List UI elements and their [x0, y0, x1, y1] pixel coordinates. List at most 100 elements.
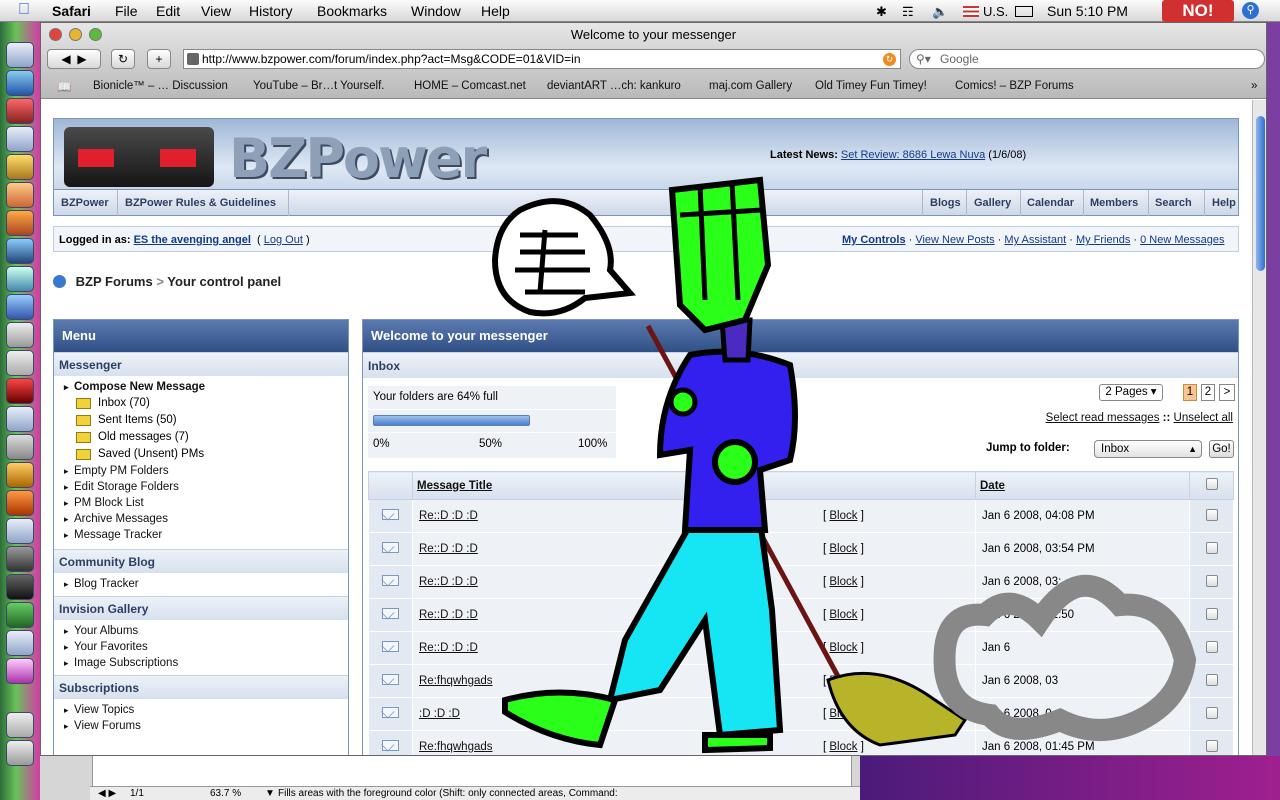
- address-bar[interactable]: http://www.bzpower.com/forum/index.php?a…: [183, 49, 901, 69]
- block-sender-link[interactable]: Block: [829, 510, 857, 522]
- itunes-icon[interactable]: [6, 266, 34, 292]
- url-text[interactable]: http://www.bzpower.com/forum/index.php?a…: [202, 52, 581, 66]
- my-friends-link[interactable]: My Friends: [1076, 234, 1130, 246]
- block-sender-link[interactable]: Block: [829, 543, 857, 555]
- menu-edit[interactable]: Edit: [156, 3, 180, 19]
- menu-window[interactable]: Window: [411, 3, 461, 19]
- new-messages-link[interactable]: 0 New Messages: [1140, 234, 1224, 246]
- system-prefs-icon[interactable]: [6, 406, 34, 432]
- block-sender-link[interactable]: Block: [829, 642, 857, 654]
- table-row[interactable]: Re::D :D :D [ Block ] Jan 6 2008, 03:: [368, 565, 1234, 599]
- back-forward-buttons[interactable]: ◀ ▶: [47, 49, 101, 69]
- input-source[interactable]: U.S.: [983, 4, 1008, 19]
- message-checkbox[interactable]: [1205, 541, 1218, 554]
- block-sender-link[interactable]: Block: [829, 675, 857, 687]
- table-row[interactable]: Re:fhqwhgads [ Block ] Jan 6 2008, 01:45 P…: [368, 730, 1234, 755]
- dock-app-icon[interactable]: [6, 322, 34, 348]
- nav-help[interactable]: Help: [1212, 197, 1236, 209]
- finder-icon[interactable]: [6, 42, 34, 68]
- scrollbar-thumb[interactable]: [1256, 116, 1265, 271]
- search-field[interactable]: ⚲▾ Google: [909, 49, 1265, 69]
- menu-help[interactable]: Help: [481, 3, 510, 19]
- pm-block-list-link[interactable]: PM Block List: [54, 495, 348, 511]
- reload-icon[interactable]: ↻: [111, 49, 135, 69]
- menu-bookmarks[interactable]: Bookmarks: [317, 3, 387, 19]
- back-icon[interactable]: ◀: [61, 52, 70, 66]
- message-checkbox[interactable]: [1205, 640, 1218, 653]
- archive-messages-link[interactable]: Archive Messages: [54, 511, 348, 527]
- bookmarks-overflow-icon[interactable]: »: [1251, 80, 1257, 92]
- table-row[interactable]: :D :D :D [ Block ] Jan 6 2008, 0: [368, 697, 1234, 731]
- username-link[interactable]: ES the avenging angel: [134, 234, 251, 246]
- bookmarks-book-icon[interactable]: 📖: [57, 80, 71, 94]
- breadcrumb-root[interactable]: BZP Forums: [76, 274, 153, 289]
- news-link[interactable]: Set Review: 8686 Lewa Nuva: [841, 149, 985, 161]
- message-checkbox[interactable]: [1205, 508, 1218, 521]
- message-title-link[interactable]: Re:fhqwhgads: [419, 675, 493, 687]
- logout-link[interactable]: Log Out: [264, 234, 303, 246]
- bookmark-item[interactable]: deviantART …ch: kankuro: [547, 80, 681, 92]
- page-1-current[interactable]: 1: [1183, 384, 1197, 401]
- dock-app-icon[interactable]: [6, 294, 34, 320]
- jump-folder-select[interactable]: Inbox ▲: [1094, 440, 1202, 458]
- flag-icon[interactable]: [963, 6, 979, 17]
- table-row[interactable]: Re::D :D :D [ Block ] Jan 6 2008, 02:50: [368, 598, 1234, 632]
- block-sender-link[interactable]: Block: [829, 741, 857, 753]
- dock-app-icon[interactable]: [6, 154, 34, 180]
- message-tracker-link[interactable]: Message Tracker: [54, 527, 348, 543]
- nav-bzpower[interactable]: BZPower: [61, 197, 109, 209]
- table-row[interactable]: Re::D :D :D [ Block ] Jan 6 2008, 03:54 PM: [368, 532, 1234, 566]
- block-sender-link[interactable]: Block: [829, 609, 857, 621]
- nav-rules[interactable]: BZPower Rules & Guidelines: [125, 197, 276, 209]
- pages-dropdown[interactable]: 2 Pages ▾: [1099, 384, 1163, 401]
- nav-calendar[interactable]: Calendar: [1027, 197, 1074, 209]
- menubar-clock[interactable]: Sun 5:10 PM: [1047, 3, 1128, 19]
- folder-sent-items[interactable]: Sent Items (50): [54, 412, 348, 429]
- table-row[interactable]: Re::D :D :D [ Block ] Jan 6: [368, 631, 1234, 665]
- block-sender-link[interactable]: Block: [829, 576, 857, 588]
- nav-gallery[interactable]: Gallery: [974, 197, 1011, 209]
- dock-app-icon[interactable]: [6, 546, 34, 572]
- preview-icon[interactable]: [6, 126, 34, 152]
- page-2-link[interactable]: 2: [1201, 384, 1215, 401]
- unselect-all-link[interactable]: Unselect all: [1174, 412, 1233, 424]
- add-bookmark-icon[interactable]: +: [147, 49, 171, 69]
- site-logo[interactable]: BZPower: [229, 127, 487, 190]
- spotlight-icon[interactable]: ⚲: [1242, 2, 1259, 19]
- image-subscriptions-link[interactable]: Image Subscriptions: [54, 655, 348, 671]
- dock-app-icon[interactable]: [6, 210, 34, 236]
- folder-old-messages[interactable]: Old messages (7): [54, 429, 348, 446]
- vertical-scrollbar[interactable]: [1252, 100, 1266, 755]
- volume-icon[interactable]: 🔈: [932, 4, 948, 20]
- dock-app-icon[interactable]: [6, 602, 34, 628]
- canvas-area[interactable]: [92, 756, 852, 786]
- message-title-link[interactable]: Re:fhqwhgads: [419, 741, 493, 753]
- dock-app-icon[interactable]: [6, 182, 34, 208]
- message-checkbox[interactable]: [1205, 739, 1218, 752]
- view-forums-link[interactable]: View Forums: [54, 718, 348, 734]
- dock-app-icon[interactable]: [6, 630, 34, 656]
- menu-history[interactable]: History: [249, 3, 293, 19]
- battery-icon[interactable]: [1015, 6, 1033, 17]
- your-favorites-link[interactable]: Your Favorites: [54, 639, 348, 655]
- calculator-icon[interactable]: [6, 434, 34, 460]
- your-albums-link[interactable]: Your Albums: [54, 623, 348, 639]
- message-checkbox[interactable]: [1205, 706, 1218, 719]
- message-title-link[interactable]: Re::D :D :D: [419, 609, 478, 621]
- wifi-icon[interactable]: ☶: [902, 4, 914, 20]
- message-title-link[interactable]: Re::D :D :D: [419, 510, 478, 522]
- safari-icon[interactable]: [6, 238, 34, 264]
- nav-members[interactable]: Members: [1090, 197, 1138, 209]
- my-assistant-link[interactable]: My Assistant: [1004, 234, 1066, 246]
- view-new-posts-link[interactable]: View New Posts: [915, 234, 994, 246]
- message-title-link[interactable]: Re::D :D :D: [419, 576, 478, 588]
- menu-view[interactable]: View: [201, 3, 231, 19]
- nav-blogs[interactable]: Blogs: [930, 197, 961, 209]
- dock-app-icon[interactable]: [6, 98, 34, 124]
- dock-app-icon[interactable]: [6, 350, 34, 376]
- select-all-checkbox[interactable]: [1205, 478, 1218, 490]
- forward-icon[interactable]: ▶: [77, 52, 86, 66]
- dock-app-icon[interactable]: [6, 378, 34, 404]
- view-topics-link[interactable]: View Topics: [54, 702, 348, 718]
- bluetooth-icon[interactable]: ✱: [876, 4, 887, 20]
